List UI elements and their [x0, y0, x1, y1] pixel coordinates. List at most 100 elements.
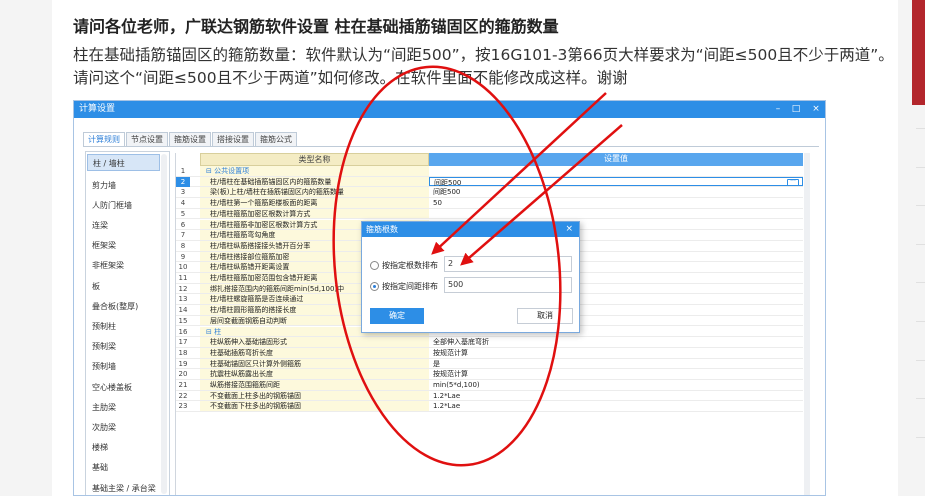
divider	[916, 244, 925, 245]
category-item[interactable]: 预制墙	[92, 361, 116, 372]
row-number: 2	[176, 176, 190, 188]
tab-stirrup-settings[interactable]: 箍筋设置	[169, 132, 211, 146]
table-row[interactable]: 20 抗震柱纵筋露出长度 按规范计算	[176, 369, 803, 380]
tab-calc-rules[interactable]: 计算规则	[83, 132, 125, 146]
table-row[interactable]: 2 柱/墙柱在基础插筋锚固区内的箍筋数量 间距500 ···	[176, 176, 803, 188]
close-icon[interactable]: ×	[809, 101, 823, 118]
setting-value[interactable]	[429, 166, 803, 176]
setting-value[interactable]: 1.2*Lae	[429, 401, 803, 411]
setting-value[interactable]: 间距500	[429, 187, 803, 197]
cancel-button[interactable]: 取消	[517, 308, 573, 324]
grid-scrollbar[interactable]	[804, 153, 810, 495]
setting-value[interactable]: 全部伸入基底弯折	[429, 337, 803, 347]
setting-value[interactable]: 50	[429, 198, 803, 208]
row-number: 8	[180, 241, 186, 250]
radio-by-count[interactable]	[370, 261, 379, 270]
collapse-icon[interactable]: ⊟	[206, 167, 214, 175]
setting-value-text: 按规范计算	[433, 348, 468, 357]
row-number: 17	[178, 338, 188, 347]
table-row[interactable]: 1 ⊟ 公共设置项	[176, 166, 803, 177]
maximize-icon[interactable]: □	[789, 101, 803, 118]
setting-name: 柱基础插筋弯折长度	[200, 347, 429, 358]
setting-value[interactable]: 按规范计算	[429, 369, 803, 379]
dialog-titlebar: 箍筋根数 ×	[362, 222, 579, 237]
table-row[interactable]: 18 柱基础插筋弯折长度 按规范计算	[176, 347, 803, 359]
category-item[interactable]: 连梁	[92, 220, 108, 231]
row-number: 14	[178, 306, 188, 315]
count-input[interactable]: 2	[444, 256, 572, 272]
tab-lap-settings[interactable]: 搭接设置	[212, 132, 254, 146]
category-item[interactable]: 人防门框墙	[92, 200, 132, 211]
setting-value[interactable]: 按规范计算	[429, 348, 803, 358]
table-row[interactable]: 5 柱/墙柱箍筋加密区根数计算方式	[176, 208, 803, 220]
tabs-divider	[83, 146, 819, 147]
setting-value-text: 按规范计算	[433, 370, 468, 379]
option-by-count[interactable]: 按指定根数排布	[370, 260, 438, 271]
category-item[interactable]: 板	[92, 281, 100, 292]
category-item[interactable]: 叠合板(整厚)	[92, 301, 138, 312]
category-item[interactable]: 剪力墙	[92, 180, 116, 191]
table-row[interactable]: 21 纵筋搭接范围箍筋间距 min(5*d,100)	[176, 380, 803, 391]
category-item[interactable]: 空心楼盖板	[92, 382, 132, 393]
category-list: 柱 / 墙柱 剪力墙 人防门框墙 连梁 框架梁 非框架梁 板 叠合板(整厚) 预…	[85, 151, 170, 495]
column-header-value: 设置值	[429, 153, 803, 166]
table-row[interactable]: 3 梁(板)上柱/墙柱在插筋锚固区内的箍筋数量 间距500	[176, 187, 803, 199]
window-title: 计算设置	[79, 104, 116, 114]
setting-name: 柱/墙柱第一个箍筋距楼板面的距离	[200, 198, 429, 208]
divider	[916, 321, 925, 322]
setting-value-text: 全部伸入基底弯折	[433, 338, 489, 347]
close-icon[interactable]: ×	[565, 222, 573, 237]
setting-value-text: 1.2*Lae	[433, 402, 461, 411]
divider	[916, 437, 925, 438]
spacing-input[interactable]: 500	[444, 277, 572, 293]
setting-value[interactable]: 间距500 ···	[429, 176, 803, 187]
setting-name: 柱纵筋伸入基础锚固形式	[200, 337, 429, 347]
table-row[interactable]: 17 柱纵筋伸入基础锚固形式 全部伸入基底弯折	[176, 337, 803, 348]
setting-value[interactable]: 是	[429, 359, 803, 369]
divider	[916, 398, 925, 399]
divider	[916, 167, 925, 168]
option-by-spacing-label: 按指定间距排布	[382, 282, 438, 291]
setting-value-text: min(5*d,100)	[433, 381, 480, 389]
left-gutter	[0, 0, 52, 496]
setting-value[interactable]: 1.2*Lae	[429, 391, 803, 401]
setting-value[interactable]	[429, 209, 803, 219]
row-number: 18	[178, 348, 188, 357]
table-row[interactable]: 23 不变截面下柱多出的钢筋锚固 1.2*Lae	[176, 401, 803, 413]
category-item[interactable]: 主肋梁	[92, 402, 116, 413]
row-number: 19	[178, 359, 188, 368]
setting-value-text: 50	[433, 199, 442, 208]
right-sidebar-strip	[898, 0, 925, 496]
table-row[interactable]: 4 柱/墙柱第一个箍筋距楼板面的距离 50	[176, 198, 803, 209]
category-item[interactable]: 预制柱	[92, 321, 116, 332]
category-item[interactable]: 楼梯	[92, 442, 108, 453]
collapse-icon[interactable]: ⊟	[206, 328, 214, 336]
category-item[interactable]: 次肋梁	[92, 422, 116, 433]
minimize-icon[interactable]: –	[771, 101, 785, 118]
row-number: 1	[180, 167, 186, 175]
category-item[interactable]: 基础主梁 / 承台梁	[92, 483, 156, 494]
settings-tabs: 计算规则 节点设置 箍筋设置 搭接设置 箍筋公式	[83, 132, 298, 146]
category-scrollbar[interactable]	[161, 154, 167, 494]
ok-button[interactable]: 确定	[370, 308, 424, 324]
category-item[interactable]: 预制梁	[92, 341, 116, 352]
option-by-spacing[interactable]: 按指定间距排布	[370, 281, 438, 292]
category-item[interactable]: 基础	[92, 462, 108, 473]
setting-value[interactable]: min(5*d,100)	[429, 380, 803, 390]
category-item[interactable]: 框架梁	[92, 240, 116, 251]
setting-name: 梁(板)上柱/墙柱在插筋锚固区内的箍筋数量	[200, 187, 429, 198]
table-row[interactable]: 22 不变截面上柱多出的钢筋锚固 1.2*Lae	[176, 390, 803, 402]
tab-stirrup-formula[interactable]: 箍筋公式	[255, 132, 297, 146]
divider	[916, 128, 925, 129]
row-number: 23	[178, 402, 188, 411]
table-row[interactable]: 19 柱基础锚固区只计算外侧箍筋是	[176, 358, 803, 370]
setting-value-text: 是	[433, 359, 440, 368]
divider	[916, 205, 925, 206]
ellipsis-button[interactable]: ···	[787, 178, 799, 186]
radio-by-spacing[interactable]	[370, 282, 379, 291]
tab-node-settings[interactable]: 节点设置	[126, 132, 168, 146]
category-item[interactable]: 非框架梁	[92, 260, 124, 271]
setting-name: 纵筋搭接范围箍筋间距	[200, 380, 429, 390]
category-item[interactable]: 柱 / 墙柱	[87, 154, 160, 171]
row-number: 15	[178, 316, 188, 325]
